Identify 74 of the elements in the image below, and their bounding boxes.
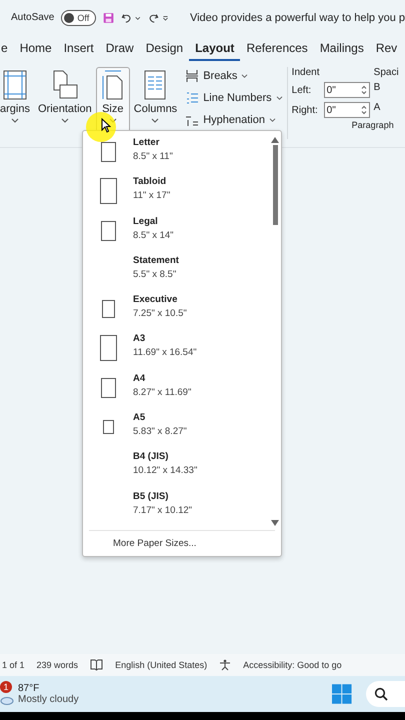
page-icon: [100, 335, 116, 362]
more-paper-sizes-link[interactable]: More Paper Sizes...: [89, 530, 275, 556]
autosave-label: AutoSave: [11, 12, 54, 23]
caret-icon: [151, 118, 160, 124]
right-indent-label: Right:: [292, 104, 319, 116]
paper-size-option[interactable]: B4 (JIS) 10.12" x 14.33": [83, 451, 269, 491]
scrollbar-thumb[interactable]: [272, 145, 278, 225]
caret-icon: [276, 96, 283, 100]
ribbon-button[interactable]: argins: [0, 67, 34, 133]
ribbon-button[interactable]: Hyphenation: [183, 111, 285, 129]
search-icon[interactable]: [374, 687, 388, 701]
language-label[interactable]: English (United States): [115, 660, 208, 670]
after-spacing-label: A: [374, 102, 382, 115]
page-icon: [102, 300, 114, 318]
breaks-icon: [185, 69, 200, 83]
mouse-pointer-icon: [101, 118, 111, 133]
ribbon-button[interactable]: Breaks: [183, 67, 285, 85]
weather-condition: Mostly cloudy: [18, 694, 79, 705]
accessibility-icon[interactable]: [219, 659, 232, 671]
paper-size-option[interactable]: Legal 8.5" x 14": [83, 216, 269, 255]
paper-size-option[interactable]: B5 (JIS) 7.17" x 10.12": [83, 490, 269, 530]
spacing-heading: Spaci: [374, 67, 399, 78]
ribbon-tab[interactable]: Insert: [58, 37, 100, 61]
caret-icon: [10, 118, 19, 124]
windows-icon[interactable]: [332, 684, 352, 704]
scroll-up-icon[interactable]: [271, 137, 279, 143]
caret-icon: [60, 118, 69, 124]
ribbon-tab[interactable]: Draw: [100, 37, 140, 61]
temperature: 87°F: [18, 683, 40, 694]
ribbon-tab[interactable]: Rev: [370, 37, 404, 61]
ribbon-tab[interactable]: e: [0, 37, 14, 61]
paper-size-option[interactable]: A3 11.69" x 16.54": [83, 333, 269, 373]
caret-icon: [241, 74, 248, 78]
right-indent-field[interactable]: 0": [324, 102, 370, 118]
caret-icon: [268, 118, 276, 122]
ribbon-tab[interactable]: Home: [14, 37, 58, 61]
before-spacing-label: B: [374, 82, 382, 95]
paper-size-option[interactable]: Letter 8.5" x 11": [83, 137, 269, 176]
paper-size-option[interactable]: A4 8.27" x 11.69": [83, 372, 269, 412]
margins-icon: [2, 70, 27, 100]
ribbon-tab[interactable]: Design: [140, 37, 190, 61]
spinner-icon[interactable]: [360, 85, 367, 95]
ribbon-button[interactable]: Line Numbers: [183, 89, 285, 107]
ribbon-button[interactable]: Orientation: [34, 67, 96, 133]
page-count: 1 of 1: [2, 660, 25, 670]
line-numbers-icon: [185, 91, 200, 105]
page-icon: [100, 220, 116, 241]
scroll-down-icon[interactable]: [271, 520, 279, 526]
paper-size-option[interactable]: Executive 7.25" x 10.5": [83, 294, 269, 334]
paper-size-option[interactable]: Statement 5.5" x 8.5": [83, 254, 269, 294]
columns-icon: [144, 70, 166, 100]
ribbon-tab[interactable]: Mailings: [314, 37, 370, 61]
word-count: 239 words: [36, 660, 78, 670]
left-indent-label: Left:: [292, 84, 312, 96]
page-icon: [100, 378, 116, 398]
ribbon-tab[interactable]: References: [240, 37, 314, 61]
book-icon[interactable]: [90, 659, 104, 671]
spinner-icon[interactable]: [360, 105, 367, 115]
indent-heading: Indent: [292, 67, 320, 78]
paper-size-option[interactable]: Tabloid 11" x 17": [83, 176, 269, 216]
group-label: Paragraph: [350, 120, 395, 130]
paper-size-option[interactable]: A5 5.83" x 8.27": [83, 412, 269, 452]
autosave-toggle[interactable]: Off: [61, 10, 96, 26]
notification-badge: 1: [0, 681, 12, 693]
page-icon: [100, 178, 116, 204]
ribbon-tab[interactable]: Layout: [189, 37, 240, 61]
accessibility-status[interactable]: Accessibility: Good to go: [243, 660, 342, 670]
search-field[interactable]: [366, 681, 405, 707]
left-indent-field[interactable]: 0": [324, 82, 370, 98]
document-title: Video provides a powerful way to help you p: [190, 12, 405, 24]
page-icon: [100, 142, 116, 162]
orientation-icon: [50, 70, 79, 100]
page-icon: [102, 420, 114, 434]
ribbon-button[interactable]: Columns: [130, 67, 182, 133]
